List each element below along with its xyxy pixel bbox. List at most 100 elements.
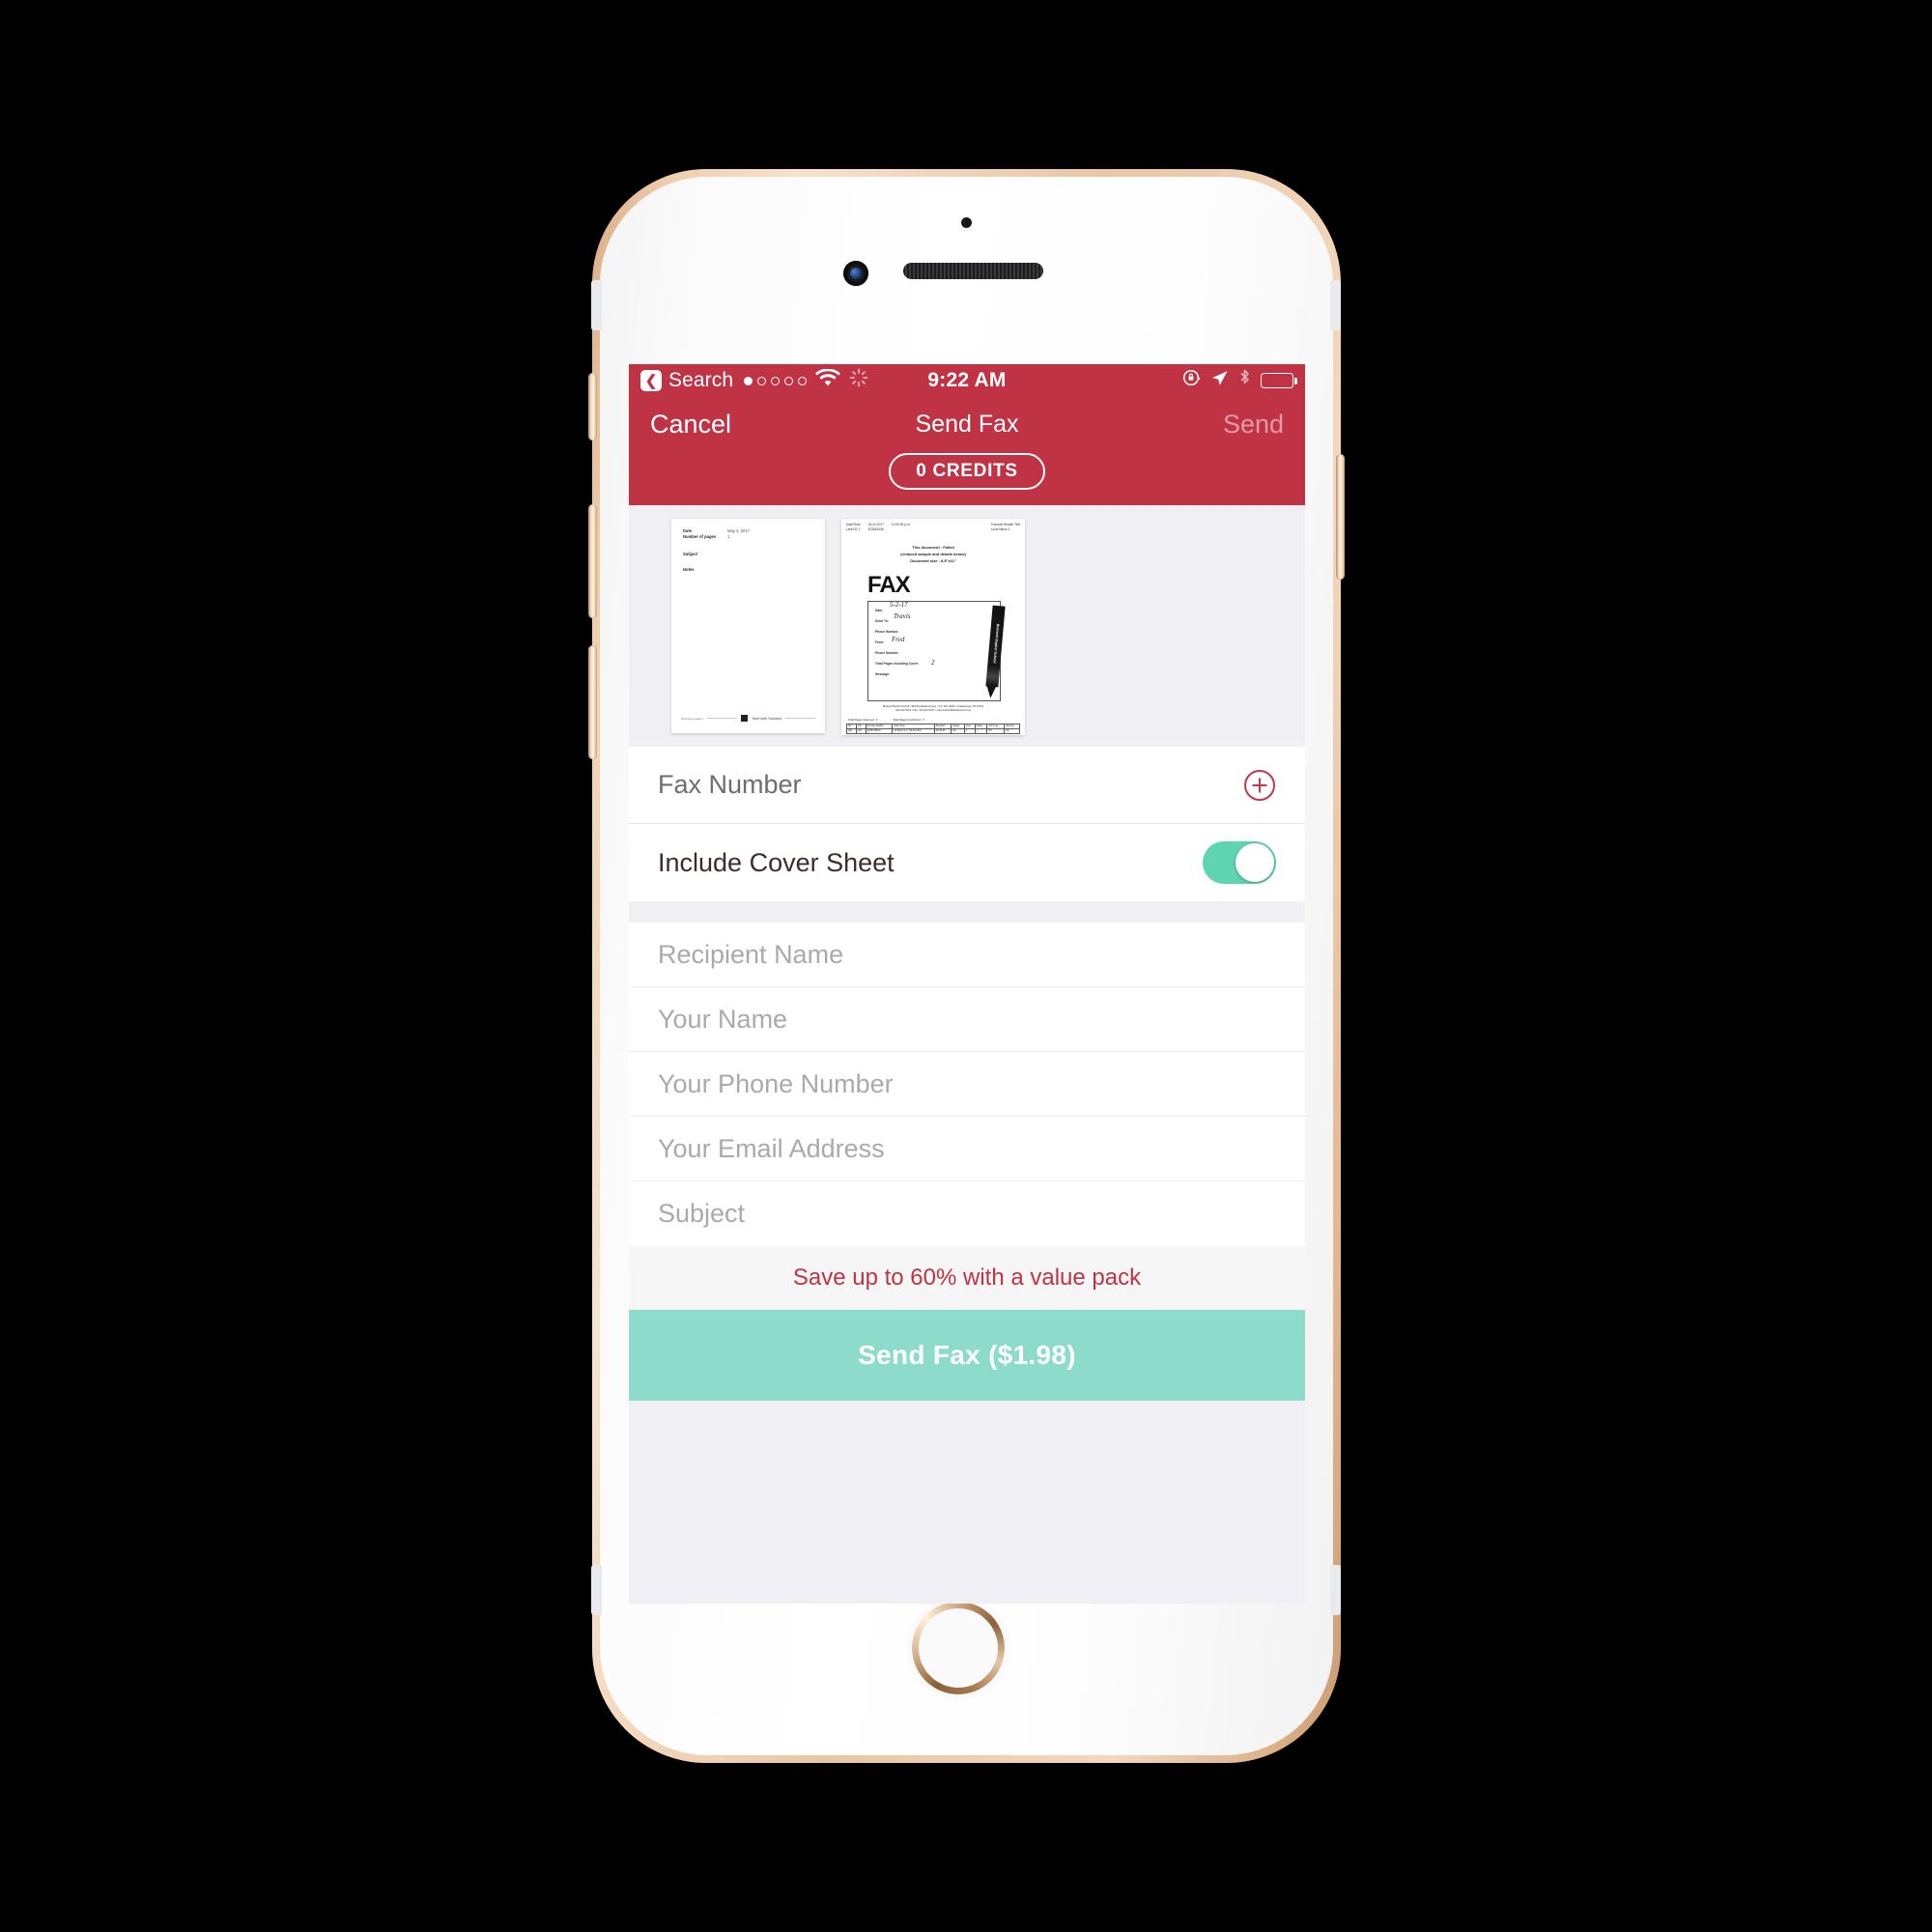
status-bar-left: ❮ Search xyxy=(640,368,868,393)
fax-form-label-message: Message: xyxy=(875,671,891,676)
battery-icon xyxy=(1261,373,1297,388)
fax-header-mid2: 12:09:35 p.m. xyxy=(891,523,911,526)
cover-footer: Workbook page 1 Sent with Scanbot xyxy=(681,715,816,722)
fax-table: No. Job Remote Station Start Time Durati… xyxy=(846,723,1020,734)
fax-td-2: 4235718914 xyxy=(865,727,894,734)
ring-silent-switch[interactable] xyxy=(588,373,597,440)
fax-total-confirmed: Total Pages Confirmed : 0 xyxy=(893,717,924,722)
volume-down-button[interactable] xyxy=(588,645,597,759)
recipient-name-field[interactable] xyxy=(629,923,1305,987)
your-phone-field[interactable] xyxy=(629,1052,1305,1117)
signal-strength-dots xyxy=(744,376,808,385)
recipient-settings-group: Fax Number Include Cover Sheet xyxy=(629,747,1305,901)
fax-td-8: HS xyxy=(986,727,1006,734)
fax-header-right: Transmit Header Text Local Name 1 xyxy=(990,523,1020,531)
include-cover-sheet-row[interactable]: Include Cover Sheet xyxy=(629,824,1305,901)
include-cover-sheet-toggle[interactable] xyxy=(1203,841,1276,884)
fax-form-label-phone1: Phone Number: xyxy=(875,629,899,634)
fax-td-9: NA xyxy=(1004,727,1020,734)
table-row: 001 120 4235718914 11:28:14 a.m. 05-02-2… xyxy=(846,727,1020,734)
cover-footer-page: Workbook page 1 xyxy=(681,716,704,721)
carrier-label: Search xyxy=(668,369,734,391)
fax-notice-line-2: (reduced sample and details below) xyxy=(900,552,966,557)
cover-footer-brand: Sent with Scanbot xyxy=(752,716,782,721)
chevron-left-icon[interactable]: ❮ xyxy=(640,370,662,391)
subject-input[interactable] xyxy=(658,1199,1276,1229)
activity-spinner-icon xyxy=(849,368,868,393)
nav-row: Cancel Send Fax Send xyxy=(650,401,1284,447)
fax-td-7: — xyxy=(974,727,988,734)
cover-pages-value: 1 xyxy=(727,534,730,540)
status-bar: ❮ Search 9:22 AM xyxy=(629,364,1305,397)
handwritten-pages: 2 xyxy=(931,658,935,667)
subject-field[interactable] xyxy=(629,1181,1305,1246)
fax-td-0: 001 xyxy=(846,727,857,734)
fax-td-4: 00:00:00 xyxy=(933,727,952,734)
value-pack-promo-banner[interactable]: Save up to 60% with a value pack xyxy=(629,1246,1305,1310)
your-name-input[interactable] xyxy=(658,1004,1276,1035)
navigation-bar: Cancel Send Fax Send 0 CREDITS xyxy=(629,397,1305,505)
cancel-button[interactable]: Cancel xyxy=(650,410,731,440)
cover-sheet-fields-group xyxy=(629,923,1305,1246)
toggle-knob xyxy=(1236,843,1274,882)
fax-notice-line-3: Document size : 8.5"x11" xyxy=(910,557,956,563)
cover-date-value: May 2, 2017 xyxy=(727,528,751,533)
document-thumbnail-strip[interactable]: Date May 2, 2017 Number of pages 1 Subje… xyxy=(629,505,1305,747)
antenna-band-left-bottom xyxy=(591,1565,602,1615)
volume-up-button[interactable] xyxy=(588,504,597,618)
your-email-field[interactable] xyxy=(629,1117,1305,1181)
handwritten-date: 5-2-17 xyxy=(890,600,908,609)
fax-td-6: 1 xyxy=(964,727,976,734)
earpiece-speaker xyxy=(903,263,1043,279)
cover-pages-row: Number of pages 1 xyxy=(683,534,813,540)
home-button-ring xyxy=(912,1602,1005,1694)
fax-td-5: 0/2 xyxy=(951,727,966,734)
fax-notice-line-1: This document : Failed xyxy=(912,545,954,551)
microphone-dot xyxy=(961,217,972,228)
send-button[interactable]: Send xyxy=(1223,410,1284,440)
credits-badge[interactable]: 0 CREDITS xyxy=(889,453,1045,490)
power-button[interactable] xyxy=(1336,454,1345,580)
antenna-band-right-bottom xyxy=(1330,1565,1341,1615)
your-name-field[interactable] xyxy=(629,987,1305,1052)
cover-subject-heading: Subject xyxy=(683,551,698,556)
scanbot-logo-icon xyxy=(741,715,749,722)
pen-photo: Brainerd Baptist School xyxy=(985,605,1006,688)
wifi-icon xyxy=(815,368,841,393)
cover-pages-label: Number of pages xyxy=(683,534,717,540)
cover-sheet-thumbnail[interactable]: Date May 2, 2017 Number of pages 1 Subje… xyxy=(671,519,825,733)
bluetooth-icon xyxy=(1237,368,1252,394)
rotation-lock-icon xyxy=(1182,368,1202,393)
send-fax-button[interactable]: Send Fax ($1.98) xyxy=(629,1310,1305,1401)
status-bar-right xyxy=(1182,368,1297,394)
location-arrow-icon xyxy=(1210,369,1229,393)
fax-td-1: 120 xyxy=(855,727,867,734)
your-email-input[interactable] xyxy=(658,1133,1276,1164)
scanned-fax-report-thumbnail[interactable]: Date/Time Level ID 1 05-02-2017 4236A515… xyxy=(841,519,1025,735)
screen-bottom-filler xyxy=(629,1401,1305,1459)
pen-branding-text: Brainerd Baptist School xyxy=(992,622,1000,663)
fax-address-line-2: 423-622-5074 • Fax: 423-624-5187 • www.b… xyxy=(895,708,972,712)
your-phone-input[interactable] xyxy=(658,1068,1276,1099)
section-gap xyxy=(629,901,1305,923)
fax-failure-notice: This document : Failed (reduced sample a… xyxy=(846,545,1020,564)
front-camera-icon xyxy=(843,261,868,286)
plus-circle-icon[interactable] xyxy=(1243,769,1276,802)
fax-word-heading: FAX xyxy=(867,571,911,598)
screenshot-stage: ❮ Search 9:22 AM Cancel Send Fax Send 0 … xyxy=(0,0,1932,1932)
fax-report-header: Date/Time Level ID 1 05-02-2017 4236A515… xyxy=(846,523,1020,531)
fax-header-left: Date/Time Level ID 1 xyxy=(846,523,861,531)
fax-td-3: 11:28:14 a.m. 05-02-2017 xyxy=(892,727,935,734)
fax-form-label-phone2: Phone Number: xyxy=(875,650,899,655)
fax-transmission-table: Total Pages Scanned : 2 Total Pages Conf… xyxy=(846,718,1020,735)
cover-notes-heading: Notes xyxy=(683,566,695,572)
fax-number-row[interactable]: Fax Number xyxy=(629,747,1305,824)
fax-address-block: Brainerd Baptist School • 300 Brookfield… xyxy=(846,705,1020,713)
fax-total-scanned: Total Pages Scanned : 2 xyxy=(848,717,878,722)
antenna-band-left-top xyxy=(591,280,602,330)
recipient-name-input[interactable] xyxy=(658,939,1276,970)
fax-totals-row: Total Pages Scanned : 2 Total Pages Conf… xyxy=(846,718,1020,722)
credits-wrapper: 0 CREDITS xyxy=(650,453,1284,490)
fax-number-placeholder: Fax Number xyxy=(658,770,802,799)
phone-screen: ❮ Search 9:22 AM Cancel Send Fax Send 0 … xyxy=(629,364,1305,1604)
